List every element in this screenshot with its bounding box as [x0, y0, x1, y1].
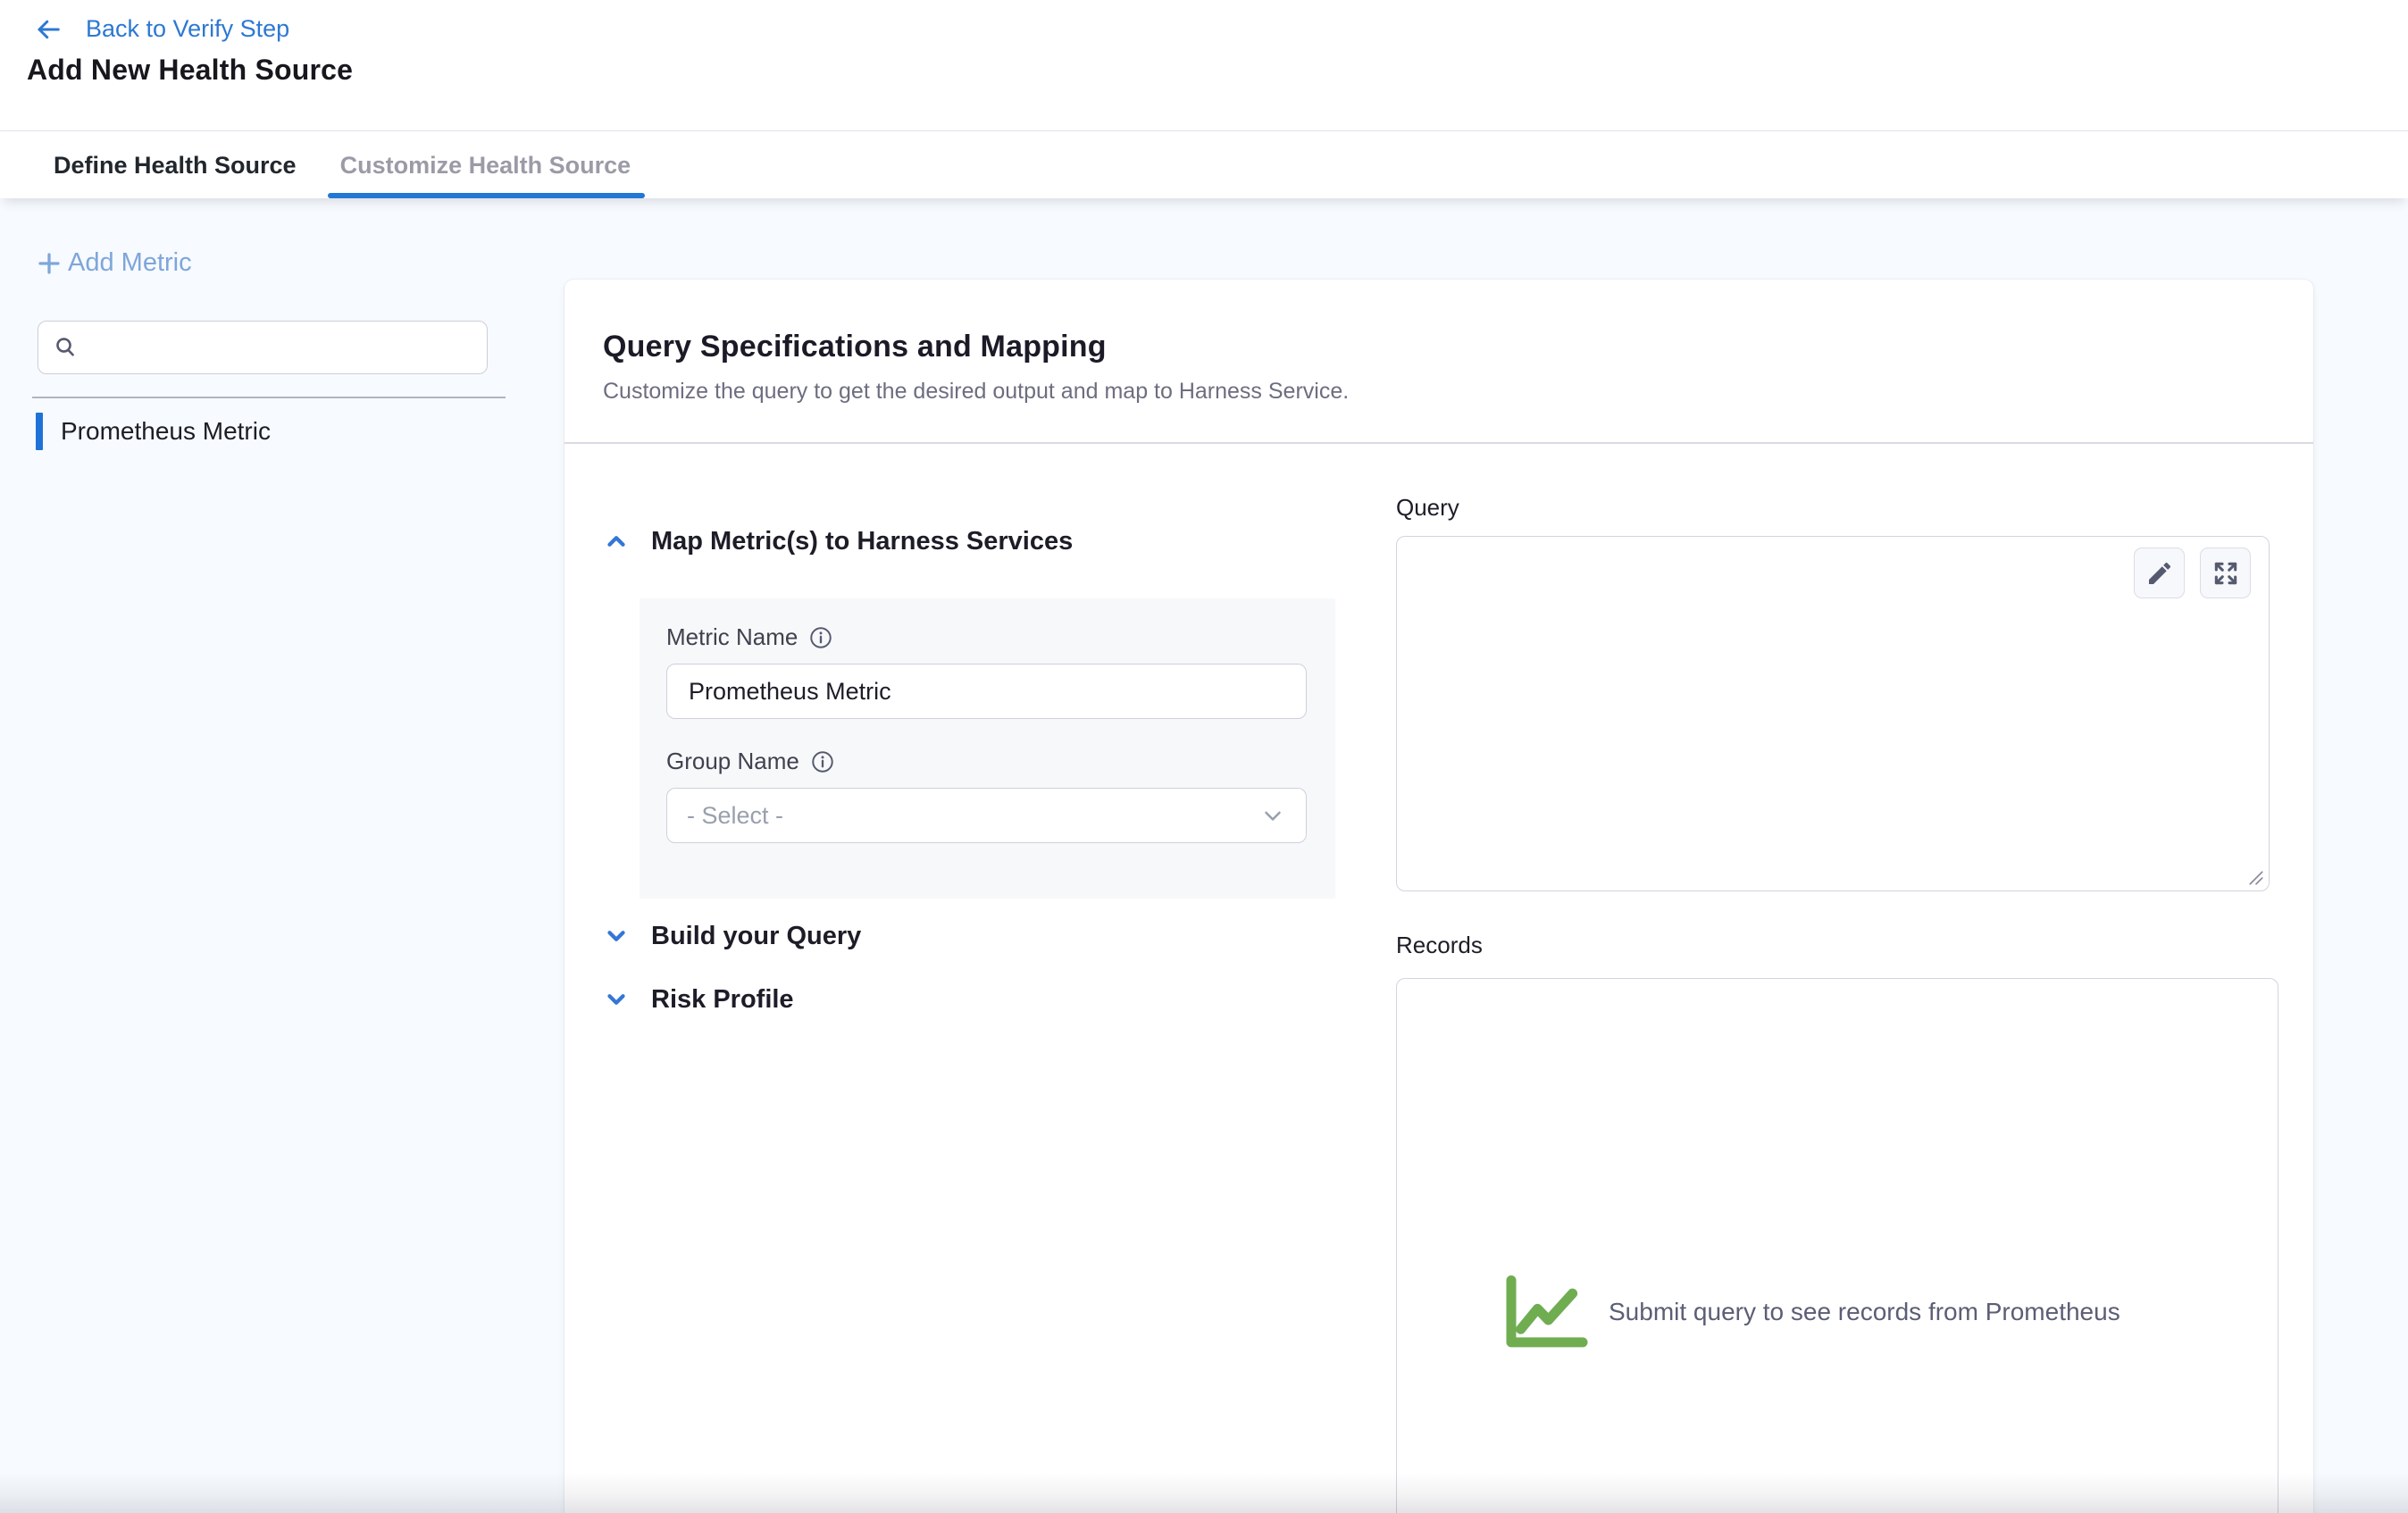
section-label: Build your Query: [651, 922, 861, 951]
add-metric-label: Add Metric: [68, 248, 192, 278]
group-name-label: Group Name: [666, 748, 799, 775]
section-label: Map Metric(s) to Harness Services: [651, 527, 1073, 556]
back-arrow-icon: [34, 16, 63, 43]
sidebar-item-prometheus-metric[interactable]: Prometheus Metric: [36, 413, 271, 450]
section-map-metrics-to-harness-services[interactable]: Map Metric(s) to Harness Services: [603, 520, 1073, 563]
info-icon[interactable]: [808, 625, 833, 650]
metric-name-label: Metric Name: [666, 623, 798, 651]
expand-query-button[interactable]: [2200, 548, 2251, 598]
group-name-placeholder: - Select -: [687, 802, 783, 830]
records-empty-state: Submit query to see records from Prometh…: [1503, 1274, 2120, 1350]
panel-header: Query Specifications and Mapping Customi…: [564, 280, 2313, 444]
resize-handle[interactable]: [2248, 870, 2264, 886]
tab-define-health-source[interactable]: Define Health Source: [54, 132, 297, 198]
line-chart-icon: [1503, 1274, 1591, 1350]
sidebar: Add Metric Prometheus Metric: [0, 198, 563, 1513]
info-icon[interactable]: [810, 749, 835, 774]
plus-icon: [36, 250, 63, 277]
metric-name-input[interactable]: [666, 664, 1307, 719]
chevron-down-icon: [1259, 802, 1286, 829]
section-build-your-query[interactable]: Build your Query: [603, 915, 861, 957]
panel-subtitle: Customize the query to get the desired o…: [603, 379, 2275, 405]
back-to-verify-step-link[interactable]: Back to Verify Step: [34, 15, 289, 43]
section-label: Risk Profile: [651, 985, 794, 1015]
query-specifications-panel: Query Specifications and Mapping Customi…: [564, 280, 2313, 1513]
chevron-down-icon: [603, 923, 630, 949]
screen: Back to Verify Step Add New Health Sourc…: [0, 0, 2408, 1513]
panel-title: Query Specifications and Mapping: [603, 330, 2275, 364]
group-name-select[interactable]: - Select -: [666, 788, 1307, 843]
page-title: Add New Health Source: [27, 54, 353, 87]
records-panel: Submit query to see records from Prometh…: [1396, 978, 2278, 1513]
group-name-label-row: Group Name: [666, 748, 1309, 775]
records-label: Records: [1396, 932, 1483, 959]
query-label: Query: [1396, 494, 1459, 522]
chevron-up-icon: [603, 528, 630, 555]
pencil-icon: [2145, 559, 2174, 588]
sidebar-divider: [32, 397, 506, 398]
query-toolbar: [2134, 548, 2251, 598]
tab-customize-health-source[interactable]: Customize Health Source: [340, 132, 631, 198]
back-link-label: Back to Verify Step: [86, 15, 289, 43]
content-area: Add Metric Prometheus Metric Query Speci…: [0, 198, 2408, 1513]
edit-query-button[interactable]: [2134, 548, 2185, 598]
metric-name-label-row: Metric Name: [666, 623, 1309, 651]
records-empty-message: Submit query to see records from Prometh…: [1609, 1298, 2120, 1326]
section-risk-profile[interactable]: Risk Profile: [603, 978, 794, 1021]
tabbar: Define Health Source Customize Health So…: [0, 132, 2408, 198]
chevron-down-icon: [603, 986, 630, 1013]
metric-searchbox: [38, 321, 488, 374]
search-icon: [53, 334, 79, 361]
expand-icon: [2212, 559, 2240, 588]
metric-item-label: Prometheus Metric: [61, 417, 271, 446]
page-header: Back to Verify Step Add New Health Sourc…: [0, 0, 2408, 131]
selected-indicator-bar: [36, 413, 43, 450]
add-metric-button[interactable]: Add Metric: [36, 248, 192, 278]
metric-mapping-card: Metric Name Group Name: [640, 598, 1335, 899]
search-input[interactable]: [90, 334, 472, 362]
query-editor: [1396, 536, 2270, 891]
